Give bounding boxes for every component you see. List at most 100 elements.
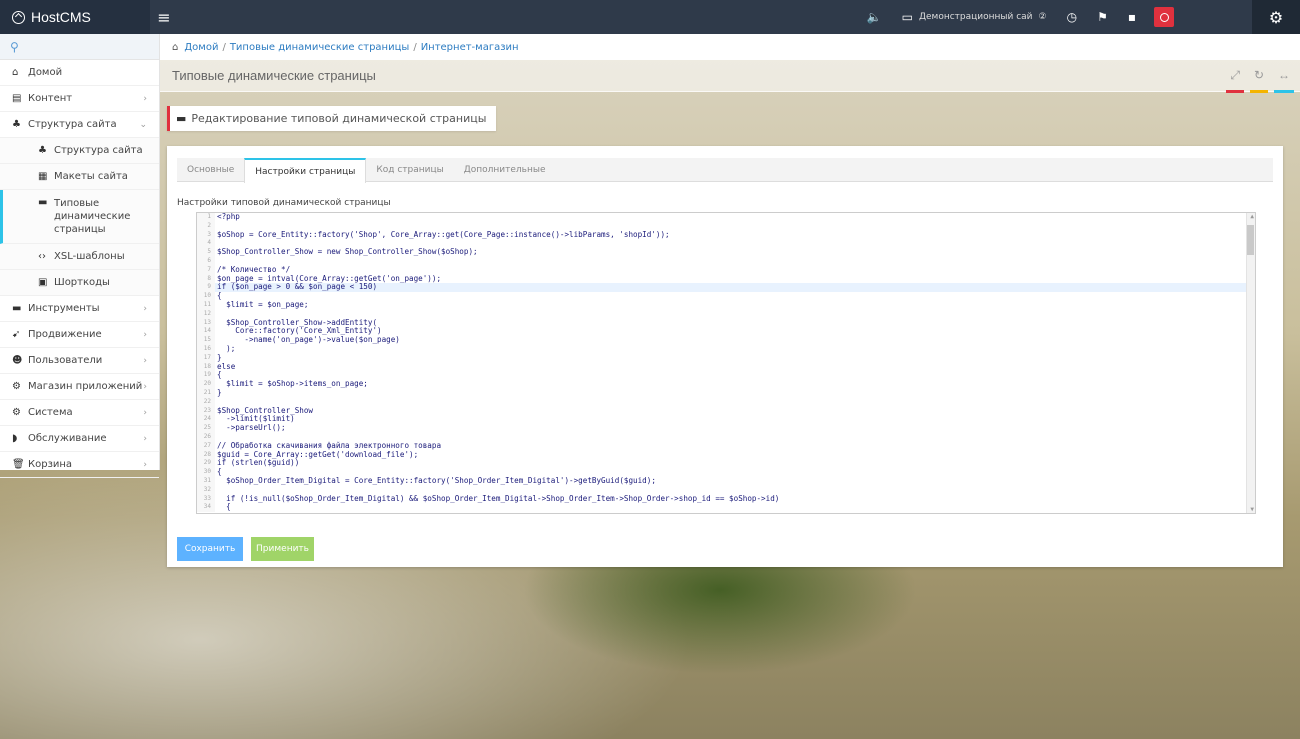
rocket-icon: ➹ <box>12 329 21 340</box>
users-icon: ☻ <box>12 355 23 366</box>
home-icon[interactable]: ⌂ <box>172 42 178 53</box>
sidebar-subitem-structure[interactable]: ♣ Структура сайта <box>0 138 159 164</box>
editor-scrollbar[interactable]: ▲ ▼ <box>1246 213 1255 513</box>
files-icon: ▬ <box>176 112 187 125</box>
flag-icon[interactable]: ⚑ <box>1087 0 1118 34</box>
line-number: 26 <box>197 432 215 442</box>
power-icon <box>1159 12 1169 22</box>
code-lines: 1 <?php 2 3 $oShop = Core_Entity::factory('S… <box>197 212 1255 513</box>
line-number: 8 <box>197 274 215 284</box>
line-number: 6 <box>197 256 215 266</box>
tools-icon: ▬ <box>12 303 22 314</box>
line-number: 31 <box>197 476 215 486</box>
sidebar-item-label: Контент <box>28 93 73 104</box>
settings-label: Настройки типовой динамической страницы <box>177 198 391 208</box>
line-number: 34 <box>197 503 215 513</box>
sidebar-item-label: Макеты сайта <box>54 171 128 182</box>
chevron-right-icon: › <box>143 93 147 104</box>
menu-toggle-icon[interactable]: ≡ <box>154 8 174 27</box>
scroll-down-icon[interactable]: ▼ <box>1250 506 1254 513</box>
code-line: 6 <box>197 256 1255 266</box>
brand-logo[interactable]: HostCMS <box>0 0 150 34</box>
files-icon: ▬ <box>38 197 48 208</box>
sidebar-item-users[interactable]: ☻ Пользователи › <box>0 348 159 374</box>
code-line: 29 if (strlen($guid)) <box>197 459 1255 469</box>
code-text: <?php <box>217 212 240 221</box>
sidebar-item-maintenance[interactable]: ◗ Обслуживание › <box>0 426 159 452</box>
clock-icon[interactable]: ◷ <box>1057 0 1087 34</box>
code-text: $oShop = Core_Entity::factory('Shop', Co… <box>217 229 670 239</box>
sidebar-item-content[interactable]: ▤ Контент › <box>0 86 159 112</box>
sidebar-item-promotion[interactable]: ➹ Продвижение › <box>0 322 159 348</box>
line-number: 9 <box>197 283 215 293</box>
apply-button[interactable]: Применить <box>251 537 314 561</box>
sidebar-item-label: Пользователи <box>28 355 103 366</box>
save-button[interactable]: Сохранить <box>177 537 243 561</box>
site-count-badge: ② <box>1038 12 1047 22</box>
breadcrumb-separator: / <box>222 41 226 53</box>
code-line: 17} <box>197 353 1255 363</box>
sound-icon[interactable]: 🔈 <box>857 0 892 34</box>
sidebar-search[interactable]: ⚲ <box>0 34 159 60</box>
page-title: Типовые динамические страницы <box>172 68 376 83</box>
chevron-right-icon: › <box>143 433 147 444</box>
search-icon[interactable]: ⚲ <box>10 40 19 54</box>
tab-additional[interactable]: Дополнительные <box>454 158 556 182</box>
power-button[interactable] <box>1154 7 1174 27</box>
line-number: 2 <box>197 221 215 231</box>
sidebar-item-system[interactable]: ⚙ Система › <box>0 400 159 426</box>
site-selector[interactable]: ▭ Демонстрационный сай ② <box>892 0 1057 34</box>
sitemap-icon: ♣ <box>12 119 21 130</box>
gear-icon: ⚙ <box>12 407 21 418</box>
sidebar-item-site-structure[interactable]: ♣ Структура сайта ⌄ <box>0 112 159 138</box>
top-navbar: HostCMS ≡ 🔈 ▭ Демонстрационный сай ② ◷ ⚑… <box>0 0 1300 34</box>
breadcrumb-home[interactable]: Домой <box>184 42 218 53</box>
chevron-right-icon: › <box>143 459 147 470</box>
line-number: 25 <box>197 424 215 433</box>
code-icon: ‹› <box>38 251 46 262</box>
scroll-up-icon[interactable]: ▲ <box>1250 213 1254 220</box>
breadcrumb-dynamic-pages[interactable]: Типовые динамические страницы <box>230 42 409 53</box>
apps-icon: ⚙ <box>12 381 21 392</box>
fullscreen-icon[interactable]: ⤢ <box>1226 68 1244 93</box>
sidebar-item-label: XSL-шаблоны <box>54 251 125 262</box>
sidebar-item-tools[interactable]: ▬ Инструменты › <box>0 296 159 322</box>
code-text: if ($on_page > 0 && $on_page < 150) <box>217 282 378 292</box>
grid-icon: ▦ <box>38 171 48 182</box>
breadcrumb: ⌂ Домой / Типовые динамические страницы … <box>160 34 1300 60</box>
tab-main[interactable]: Основные <box>177 158 244 182</box>
breadcrumb-shop[interactable]: Интернет-магазин <box>421 42 519 53</box>
line-number: 13 <box>197 318 215 328</box>
sidebar-item-trash[interactable]: 🗑 Корзина › <box>0 452 159 478</box>
code-text: $oShop_Order_Item_Digital = Core_Entity:… <box>217 475 656 485</box>
settings-gear-icon[interactable]: ⚙ <box>1252 0 1300 34</box>
sidebar-item-app-store[interactable]: ⚙ Магазин приложений › <box>0 374 159 400</box>
code-text: ->parseUrl(); <box>217 423 286 433</box>
collapse-icon[interactable]: ↔ <box>1274 68 1294 93</box>
scrollbar-thumb[interactable] <box>1247 225 1254 255</box>
line-number: 18 <box>197 362 215 372</box>
code-line: 24 ->limit($limit) <box>197 415 1255 425</box>
sidebar-item-label: Типовые динамические страницы <box>54 198 131 235</box>
sidebar-subitem-shortcodes[interactable]: ▣ Шорткоды <box>0 270 159 296</box>
code-line: 3 $oShop = Core_Entity::factory('Shop', C… <box>197 229 1255 240</box>
sidebar-item-label: Шорткоды <box>54 277 110 288</box>
line-number: 5 <box>197 248 215 257</box>
code-editor[interactable]: 1 <?php 2 3 $oShop = Core_Entity::factory('S… <box>196 212 1256 514</box>
sidebar-subitem-xsl[interactable]: ‹› XSL-шаблоны <box>0 244 159 270</box>
line-number: 27 <box>197 441 215 451</box>
chat-icon[interactable]: ▪ <box>1118 0 1146 34</box>
code-line: 21} <box>197 388 1255 398</box>
code-line: 25 ->parseUrl(); <box>197 423 1255 433</box>
tab-page-settings[interactable]: Настройки страницы <box>244 158 367 183</box>
refresh-icon[interactable]: ↻ <box>1249 68 1269 93</box>
sidebar-item-home[interactable]: ⌂ Домой <box>0 60 159 86</box>
code-line: 15 ->name('on_page')->value($on_page) <box>197 335 1255 345</box>
code-line: 33 if (!is_null($oShop_Order_Item_Digita… <box>197 494 1255 504</box>
sidebar-subitem-dynamic-pages[interactable]: ▬ Типовые динамические страницы <box>0 190 159 244</box>
code-text: $Shop_Controller_Show = new Shop_Control… <box>217 247 478 257</box>
code-line: 23 $Shop_Controller_Show <box>197 406 1255 416</box>
sidebar-item-label: Структура сайта <box>28 119 117 130</box>
tab-page-code[interactable]: Код страницы <box>366 158 453 182</box>
sidebar-subitem-layouts[interactable]: ▦ Макеты сайта <box>0 164 159 190</box>
